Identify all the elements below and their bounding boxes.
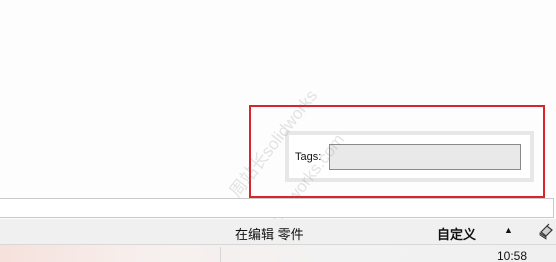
units-menu-arrow-icon[interactable]: ▲ xyxy=(504,225,513,235)
units-selector[interactable]: 自定义 xyxy=(437,224,476,243)
tags-panel-inner: Tags: xyxy=(289,135,530,178)
tags-panel: Tags: xyxy=(285,131,534,182)
taskbar-clock[interactable]: 10:58 xyxy=(497,249,527,262)
solidworks-window: Tags: 周站长solidworks zzzsolidworks.com 在编… xyxy=(0,0,556,262)
status-bar: 在编辑 零件 自定义 ▲ xyxy=(0,219,556,245)
horizontal-scrollbar[interactable] xyxy=(0,198,554,218)
tags-input[interactable] xyxy=(329,143,522,170)
taskbar-divider xyxy=(220,247,221,262)
tags-label: Tags: xyxy=(295,150,322,163)
status-edit-mode: 在编辑 零件 xyxy=(235,227,304,242)
windows-taskbar: 10:58 xyxy=(0,245,556,262)
rebuild-stamp-icon[interactable] xyxy=(538,222,554,240)
